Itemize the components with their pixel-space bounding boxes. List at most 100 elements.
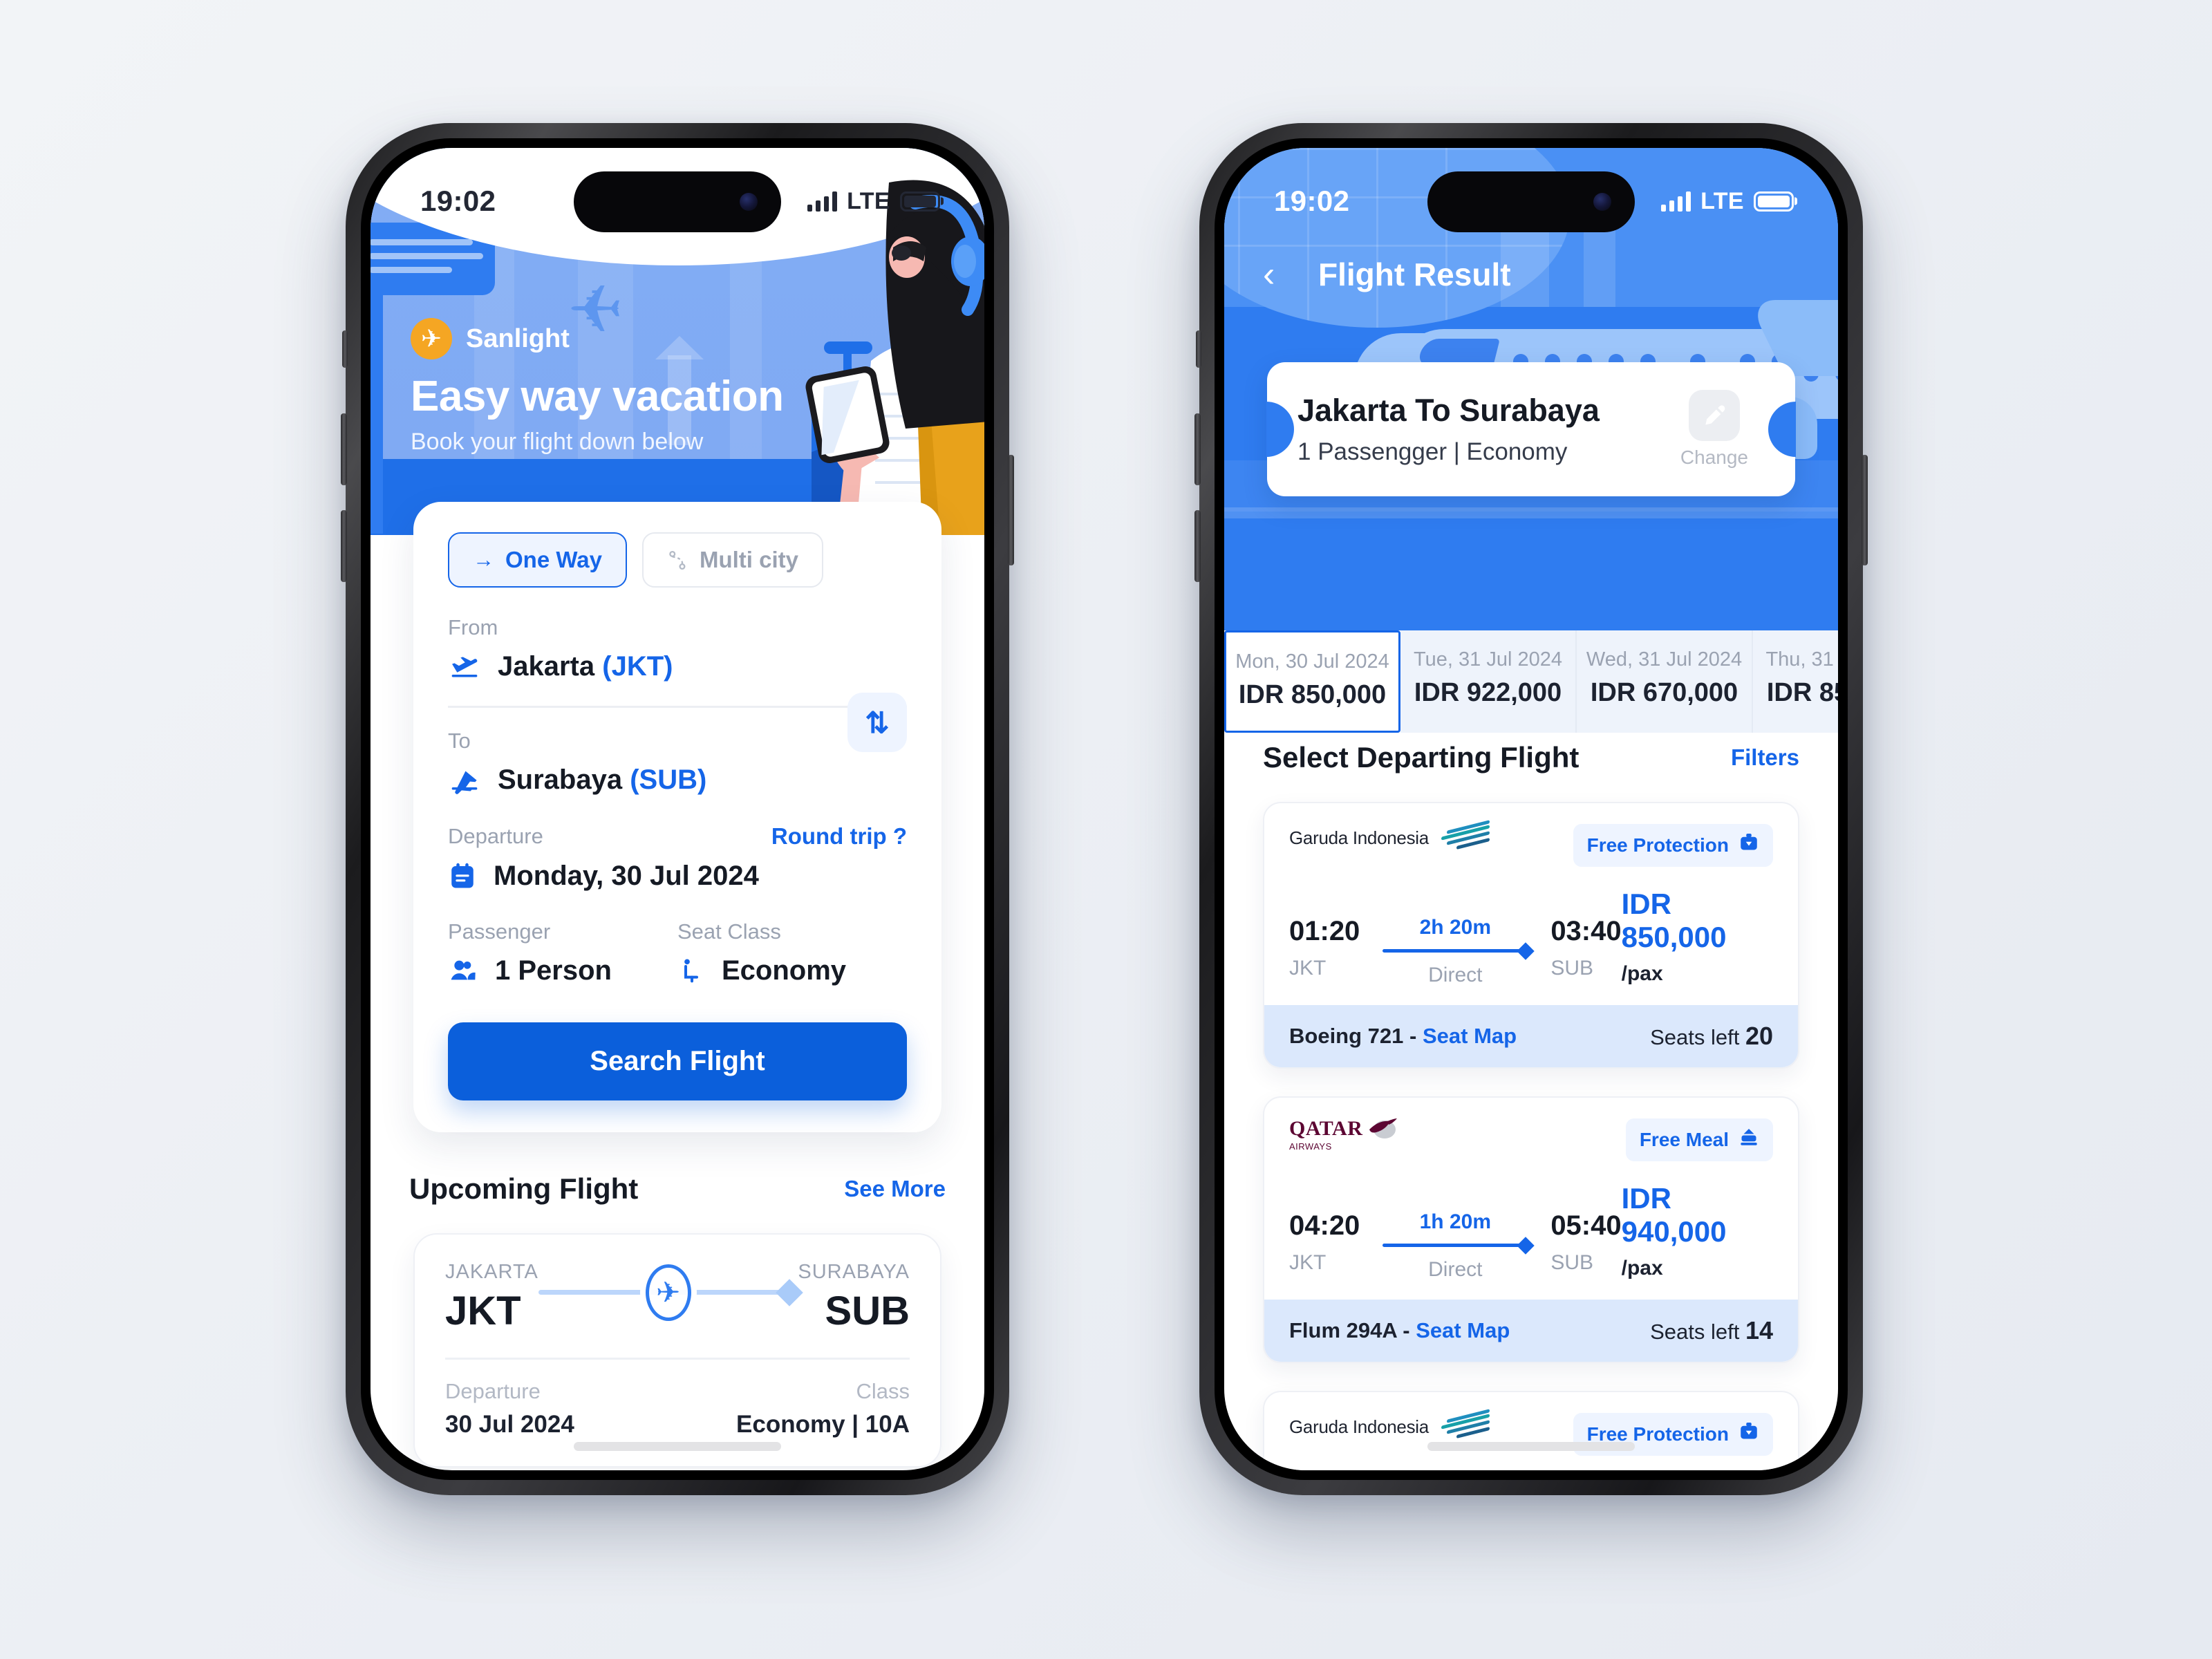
tab-multi-city[interactable]: Multi city (641, 532, 823, 588)
flight-results-list: Garuda Indonesia Free Protection 01:20 J… (1263, 802, 1799, 1470)
date-tab-day: Mon, 30 Jul 2024 (1235, 650, 1389, 673)
upcoming-class: Class Economy | 10A (736, 1379, 910, 1438)
volume-up-button[interactable] (1194, 413, 1201, 485)
flight-card[interactable]: Garuda Indonesia Free Prot (1263, 1391, 1799, 1470)
seat-class-field[interactable]: Economy (677, 955, 907, 986)
date-tab-day: Thu, 31 Jul 2024 (1765, 648, 1838, 671)
dynamic-island (574, 171, 781, 232)
garuda-indonesia-logo: Garuda Indonesia (1289, 820, 1490, 852)
silent-switch[interactable] (1196, 330, 1201, 368)
date-tab-price: IDR 922,000 (1414, 678, 1562, 707)
depart-time: 04:20 (1289, 1210, 1360, 1241)
destination-city: SURABAYA (798, 1261, 910, 1283)
arrive-airport-code: SUB (1550, 1251, 1593, 1274)
chevron-left-icon[interactable]: ‹ (1263, 256, 1307, 292)
filters-button[interactable]: Filters (1731, 744, 1799, 771)
hero-subtitle: Book your flight down below (411, 429, 704, 455)
search-summary-ticket: Jakarta To Surabaya 1 Passengger | Econo… (1267, 362, 1795, 496)
upcoming-class-label: Class (856, 1378, 910, 1403)
change-label: Change (1680, 447, 1748, 468)
flight-card[interactable]: Garuda Indonesia Free Prot (1263, 802, 1799, 1069)
people-icon (448, 957, 478, 984)
depart-airport-code: JKT (1289, 1251, 1327, 1274)
status-time: 19:02 (420, 185, 496, 217)
volume-down-button[interactable] (1194, 510, 1201, 582)
silent-switch[interactable] (342, 330, 348, 368)
flight-card-footer: Flum 294A - Seat Map Seats left 14 (1264, 1300, 1798, 1362)
flight-price: IDR 940,000 /pax (1621, 1182, 1727, 1280)
tab-one-way[interactable]: → One Way (448, 532, 627, 588)
power-button[interactable] (1862, 455, 1868, 565)
battery-icon (900, 191, 940, 212)
destination-code: SUB (825, 1288, 910, 1333)
to-label: To (448, 728, 471, 753)
from-value: Jakarta (JKT) (498, 651, 673, 682)
change-search-button[interactable]: Change (1680, 390, 1748, 469)
summary-route: Jakarta To Surabaya (1297, 393, 1600, 428)
passenger-field[interactable]: 1 Person (448, 955, 677, 986)
date-tab-day: Tue, 31 Jul 2024 (1414, 648, 1562, 671)
volume-up-button[interactable] (341, 413, 347, 485)
upcoming-flight-title: Upcoming Flight (409, 1172, 639, 1205)
seats-left-label: Seats left (1650, 1025, 1740, 1049)
power-button[interactable] (1008, 455, 1014, 565)
depart-time: 01:20 (1289, 916, 1360, 946)
seat-map-link[interactable]: Seat Map (1423, 1024, 1517, 1048)
duration: 2h 20m (1419, 916, 1491, 939)
price-unit: /pax (1621, 1257, 1663, 1280)
seat-class-label: Seat Class (677, 919, 781, 944)
flight-card[interactable]: QATAR AIRWAYS Free Meal 04:20 JKT 1h 20m… (1263, 1096, 1799, 1363)
stops: Direct (1428, 1258, 1483, 1281)
passenger-label: Passenger (448, 919, 551, 944)
meal-icon (1738, 1127, 1759, 1153)
plane-departure-icon (448, 652, 481, 682)
calendar-icon (448, 861, 477, 891)
aircraft-type: Flum 294A (1289, 1318, 1397, 1342)
battery-icon (1754, 191, 1794, 212)
arrow-right-icon: → (473, 547, 494, 572)
date-tab-price: IDR 670,000 (1590, 678, 1738, 707)
upcoming-departure: Departure 30 Jul 2024 (445, 1379, 574, 1438)
home-indicator[interactable] (574, 1442, 781, 1451)
to-field[interactable]: Surabaya (SUB) (448, 765, 907, 796)
volume-down-button[interactable] (341, 510, 347, 582)
dynamic-island (1427, 171, 1635, 232)
date-tab-1[interactable]: Tue, 31 Jul 2024 IDR 922,000 (1400, 630, 1577, 733)
origin-city: JAKARTA (445, 1261, 538, 1283)
signal-icon (1661, 191, 1691, 212)
route-graphic: ✈ (538, 1261, 804, 1321)
date-tab-day: Wed, 31 Jul 2024 (1586, 648, 1743, 671)
from-label: From (448, 615, 498, 639)
upcoming-origin: JAKARTA JKT (445, 1261, 538, 1334)
briefcase-icon (1738, 832, 1759, 859)
see-more-link[interactable]: See More (844, 1176, 946, 1202)
seats-left-count: 14 (1745, 1316, 1773, 1344)
garuda-indonesia-logo: Garuda Indonesia (1289, 1409, 1490, 1441)
separator: - (1409, 1024, 1417, 1048)
swap-button[interactable]: ⇅ (847, 693, 907, 752)
date-tab-2[interactable]: Wed, 31 Jul 2024 IDR 670,000 (1577, 630, 1753, 733)
phone-mockup-home: ✈ ✈ Sanlight Easy way vacation Book your… (341, 123, 1014, 1495)
front-camera-icon (1593, 193, 1611, 211)
departure-date-field[interactable]: Monday, 30 Jul 2024 (448, 861, 907, 892)
upcoming-destination: SURABAYA SUB (798, 1261, 910, 1334)
route-arrow-icon (1382, 949, 1528, 953)
status-time: 19:02 (1274, 185, 1350, 217)
flight-search-card: → One Way Multi city From Jakarta (JKT) … (413, 502, 941, 1132)
upcoming-departure-label: Departure (445, 1378, 541, 1403)
seat-map-link[interactable]: Seat Map (1416, 1318, 1510, 1342)
from-field[interactable]: Jakarta (JKT) (448, 651, 907, 682)
section-title: Select Departing Flight (1263, 741, 1580, 774)
upcoming-flight-card[interactable]: JAKARTA JKT ✈ SURABAYA SUB Departure 30 … (413, 1233, 941, 1468)
home-indicator[interactable] (1427, 1442, 1635, 1451)
search-flight-button[interactable]: Search Flight (448, 1022, 907, 1100)
round-trip-link[interactable]: Round trip ? (771, 823, 907, 850)
to-value: Surabaya (SUB) (498, 764, 707, 795)
date-price-tabs: Mon, 30 Jul 2024 IDR 850,000 Tue, 31 Jul… (1224, 630, 1838, 733)
date-tab-0[interactable]: Mon, 30 Jul 2024 IDR 850,000 (1224, 630, 1400, 733)
date-tab-3[interactable]: Thu, 31 Jul 2024 IDR 850,000 (1753, 630, 1838, 733)
route-icon (667, 550, 688, 571)
passenger-value: 1 Person (495, 955, 612, 986)
summary-detail: 1 Passengger | Economy (1297, 438, 1568, 465)
perk-label: Free Meal (1639, 1129, 1729, 1150)
